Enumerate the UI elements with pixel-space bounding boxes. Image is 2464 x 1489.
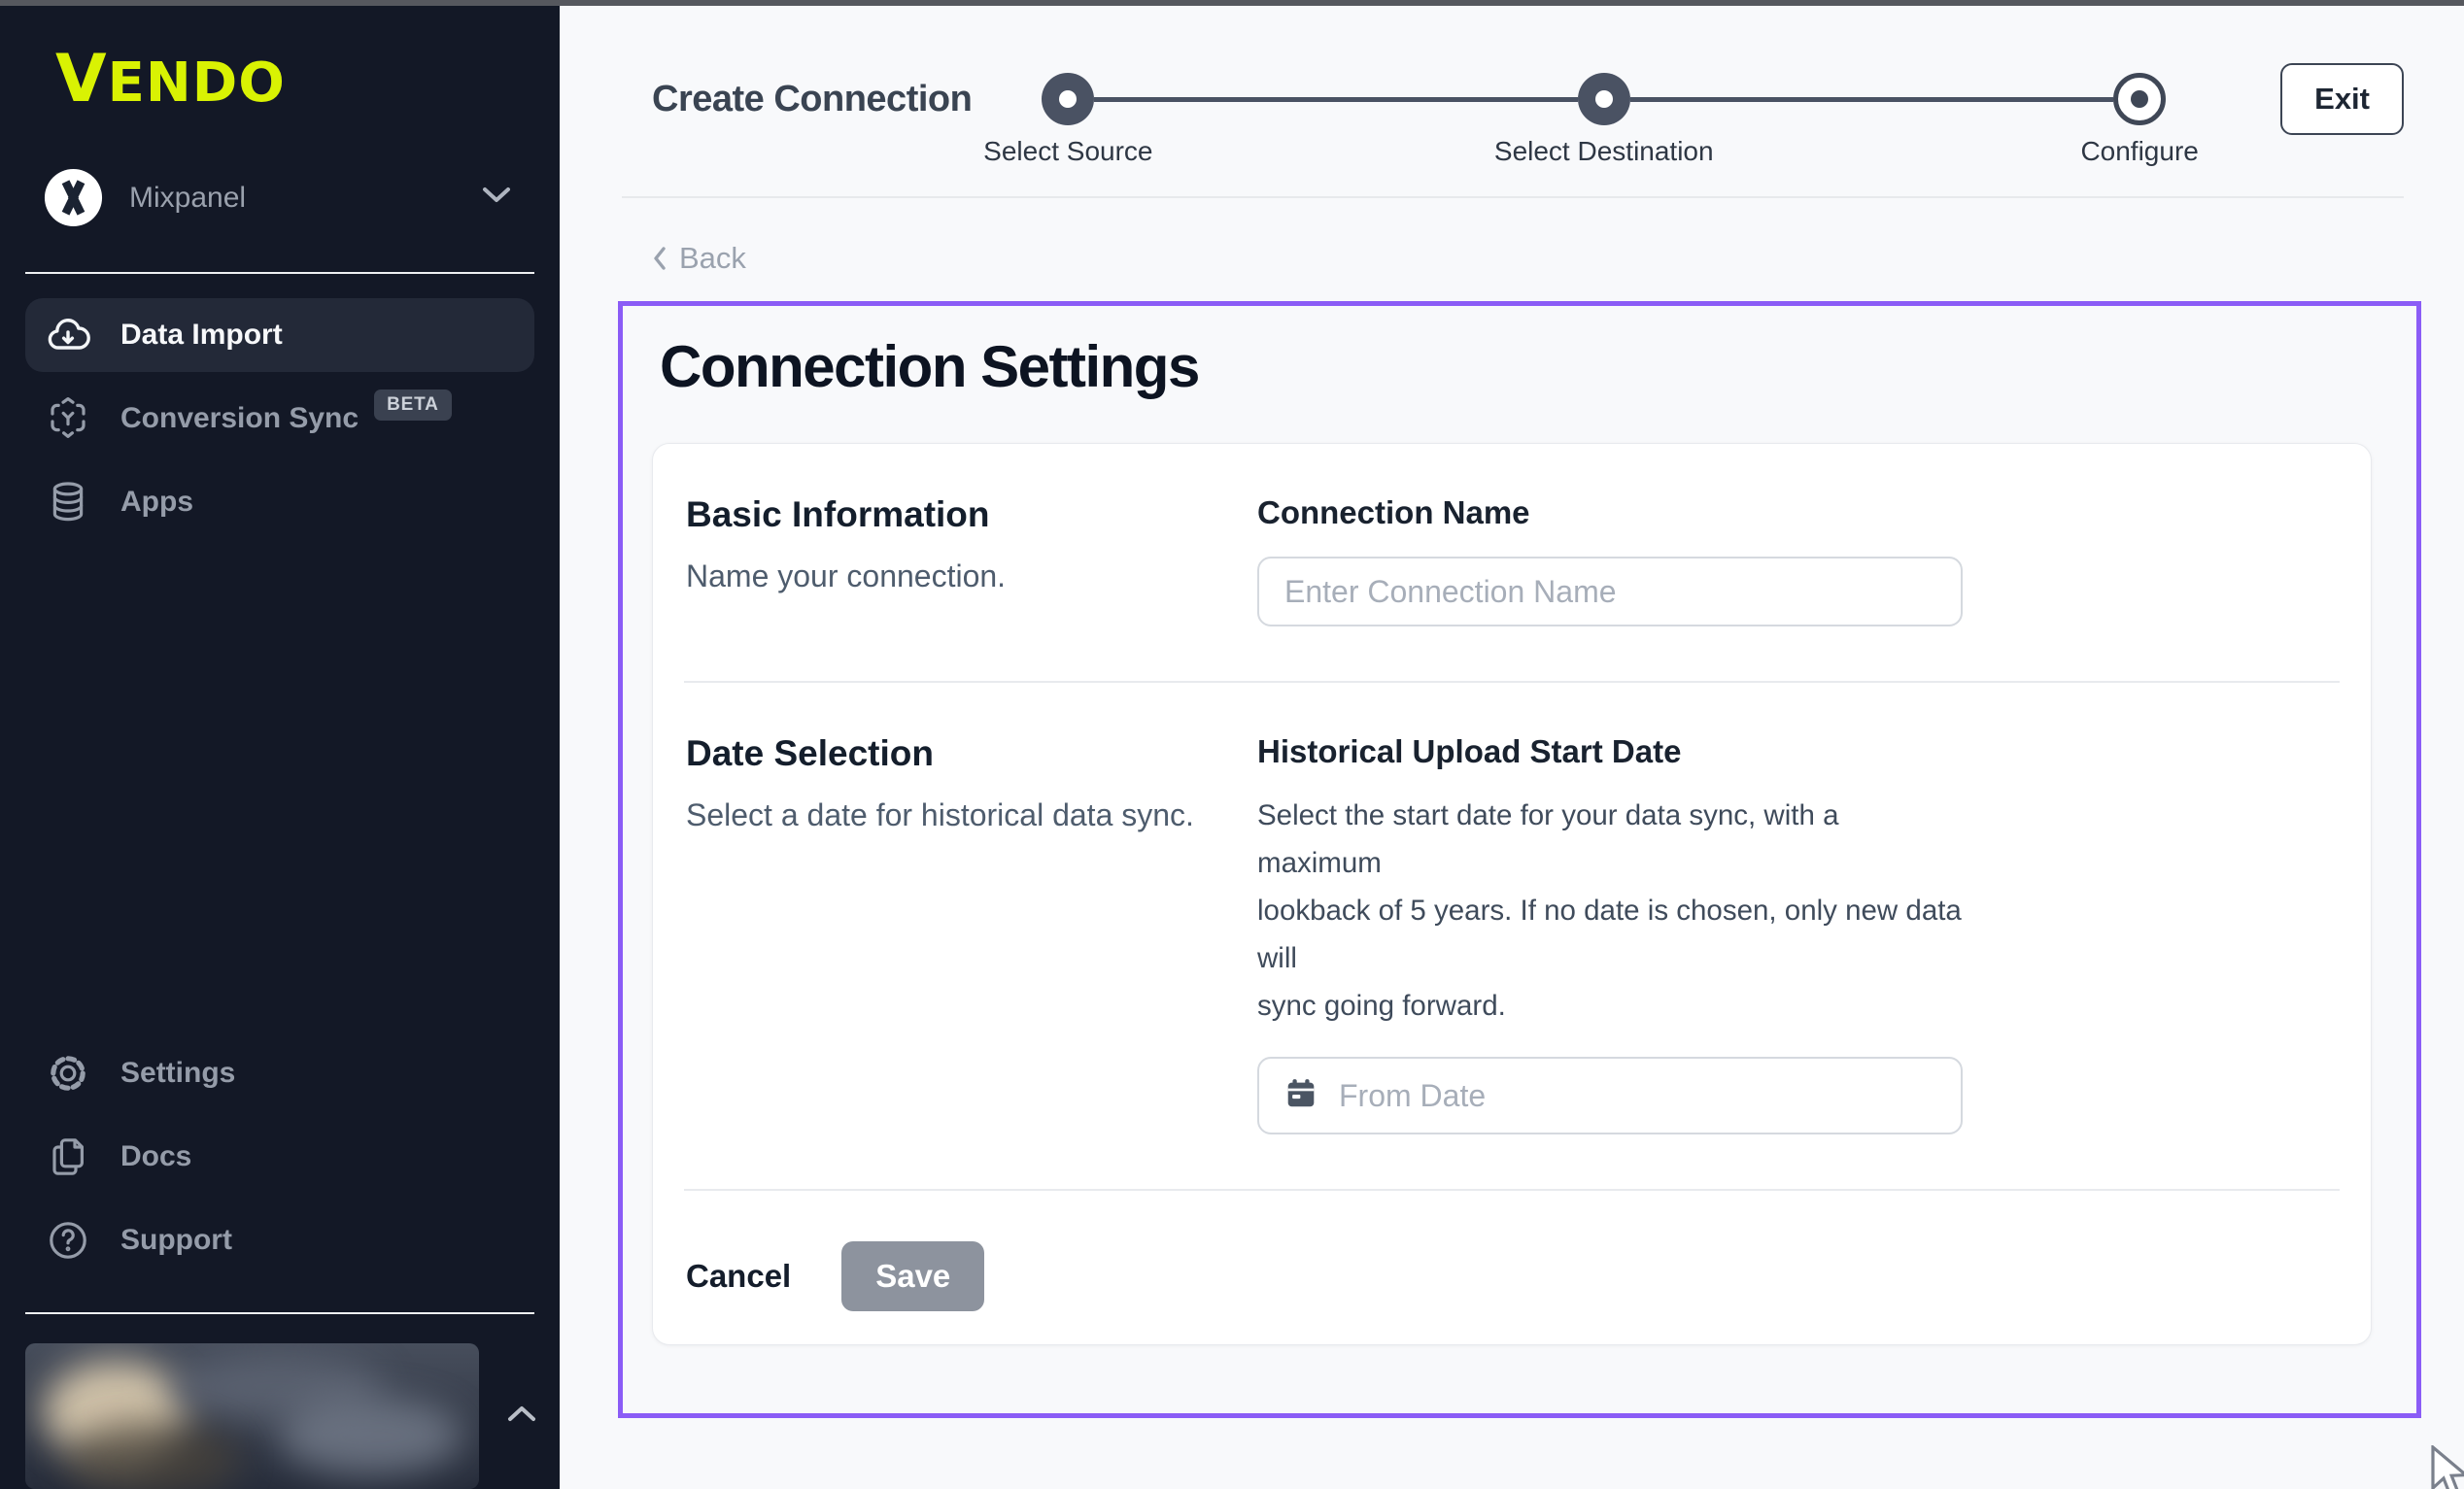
sidebar-item-conversion-sync[interactable]: Conversion Sync BETA	[25, 382, 534, 456]
step-label: Select Destination	[1494, 136, 1714, 167]
step-label: Select Source	[983, 136, 1152, 167]
sidebar-divider	[25, 1312, 534, 1314]
step-select-source: Select Source	[1042, 73, 1094, 125]
form-actions: Cancel Save	[684, 1191, 2340, 1344]
step-connector	[1630, 97, 2113, 102]
window-top-edge	[0, 0, 2464, 6]
calendar-icon	[1283, 1075, 1319, 1117]
stepper: Select Source Select Destination Configu…	[1042, 73, 2166, 125]
chevron-down-icon	[482, 186, 511, 209]
account-detail-blur	[278, 1397, 462, 1474]
section-subtext: Name your connection.	[686, 558, 1257, 594]
historical-upload-label: Historical Upload Start Date	[1257, 733, 1963, 770]
database-icon	[45, 479, 91, 525]
step-configure: Configure	[2113, 73, 2166, 125]
sidebar-item-label: Conversion Sync	[120, 402, 359, 435]
sidebar-divider	[25, 272, 534, 274]
connection-name-label: Connection Name	[1257, 494, 1963, 531]
help-icon	[45, 1217, 91, 1264]
step-dot-current	[2113, 73, 2166, 125]
content-area: Back Connection Settings Basic Informati…	[560, 198, 2464, 1489]
sidebar-item-support[interactable]: Support	[25, 1203, 534, 1277]
from-date-field[interactable]	[1257, 1057, 1963, 1134]
step-connector	[1094, 97, 1577, 102]
historical-upload-description: Select the start date for your data sync…	[1257, 792, 1963, 1030]
app-root: VENDO Mixpanel	[0, 0, 2464, 1489]
page-header: Create Connection Select Source Select D…	[560, 0, 2464, 198]
sidebar-nav: Data Import Conversion Sync	[25, 298, 534, 539]
section-date-selection: Date Selection Select a date for histori…	[684, 683, 2340, 1189]
vendo-logo: VENDO	[55, 41, 534, 118]
sidebar-item-label: Settings	[120, 1057, 235, 1090]
step-label: Configure	[2080, 136, 2198, 167]
connection-settings-panel: Connection Settings Basic Information Na…	[618, 301, 2421, 1418]
back-label: Back	[679, 241, 746, 276]
panel-title: Connection Settings	[660, 333, 2372, 400]
account-detail-blur	[64, 1421, 239, 1489]
cancel-button[interactable]: Cancel	[686, 1248, 791, 1304]
back-link[interactable]: Back	[652, 241, 746, 276]
sidebar-item-label: Data Import	[120, 319, 283, 352]
exit-button[interactable]: Exit	[2280, 63, 2404, 135]
settings-card: Basic Information Name your connection. …	[652, 443, 2372, 1345]
chevron-up-icon	[506, 1404, 537, 1429]
step-dot-completed	[1042, 73, 1094, 125]
main-area: Create Connection Select Source Select D…	[560, 0, 2464, 1489]
section-subtext: Select a date for historical data sync.	[686, 797, 1257, 833]
cloud-download-icon	[45, 312, 91, 358]
sidebar-item-data-import[interactable]: Data Import	[25, 298, 534, 372]
sidebar-item-apps[interactable]: Apps	[25, 465, 534, 539]
workspace-name: Mixpanel	[129, 182, 246, 215]
chevron-left-icon	[652, 246, 667, 271]
section-heading: Date Selection	[686, 733, 1257, 774]
mixpanel-icon	[44, 168, 103, 227]
section-heading: Basic Information	[686, 494, 1257, 535]
gear-icon	[45, 1050, 91, 1097]
mouse-cursor	[2427, 1445, 2464, 1489]
section-basic-information: Basic Information Name your connection. …	[684, 444, 2340, 681]
workspace-switcher[interactable]: Mixpanel	[44, 168, 534, 227]
save-button[interactable]: Save	[841, 1241, 984, 1311]
account-menu[interactable]	[25, 1343, 479, 1489]
sidebar-item-label: Apps	[120, 486, 193, 519]
account-row	[25, 1343, 534, 1489]
sidebar: VENDO Mixpanel	[0, 0, 560, 1489]
connection-name-input[interactable]	[1257, 557, 1963, 626]
from-date-input[interactable]	[1339, 1078, 1937, 1114]
beta-badge: BETA	[374, 389, 452, 421]
sidebar-item-settings[interactable]: Settings	[25, 1036, 534, 1110]
sidebar-spacer	[25, 539, 534, 1036]
sidebar-item-docs[interactable]: Docs	[25, 1120, 534, 1194]
step-dot-completed	[1578, 73, 1630, 125]
page-title: Create Connection	[652, 79, 972, 120]
sidebar-footer-nav: Settings Docs	[25, 1036, 534, 1277]
step-select-destination: Select Destination	[1578, 73, 1630, 125]
sidebar-item-label: Support	[120, 1224, 232, 1257]
docs-icon	[45, 1134, 91, 1180]
sync-icon	[45, 395, 91, 442]
sidebar-item-label: Docs	[120, 1140, 191, 1173]
